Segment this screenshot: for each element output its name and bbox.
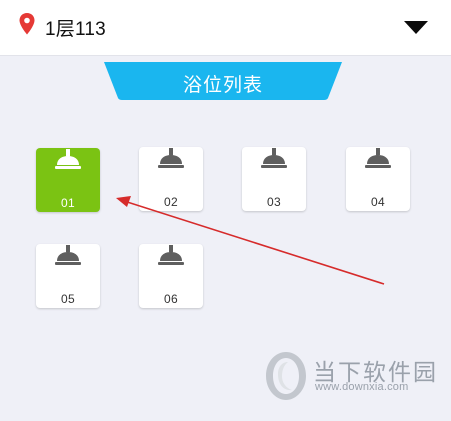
stall-number: 05 [61, 292, 75, 306]
shower-head-icon [55, 149, 81, 169]
stall-06[interactable]: 06 [139, 244, 203, 308]
location-dropdown-button[interactable] [398, 12, 434, 42]
caret-down-icon [404, 21, 428, 34]
stall-03[interactable]: 03 [242, 147, 306, 211]
shower-head-icon [55, 245, 81, 265]
stall-number: 01 [61, 196, 75, 210]
shower-head-icon [261, 148, 287, 168]
section-banner: 浴位列表 [104, 62, 342, 100]
stall-02[interactable]: 02 [139, 147, 203, 211]
stall-number: 06 [164, 292, 178, 306]
shower-head-icon [365, 148, 391, 168]
location-name: 1层113 [45, 19, 106, 40]
stall-number: 04 [371, 195, 385, 209]
shower-head-icon [158, 148, 184, 168]
watermark: 当下软件园 www.downxia.com [262, 350, 442, 402]
stall-04[interactable]: 04 [346, 147, 410, 211]
downxia-logo-icon [266, 352, 306, 400]
watermark-url: www.downxia.com [315, 381, 409, 393]
stall-number: 02 [164, 195, 178, 209]
stall-number: 03 [267, 195, 281, 209]
shower-head-icon [158, 245, 184, 265]
stall-01[interactable]: 01 [36, 148, 100, 212]
stall-05[interactable]: 05 [36, 244, 100, 308]
section-title: 浴位列表 [182, 75, 263, 96]
map-pin-icon [19, 13, 35, 35]
location-bar[interactable]: 1层113 [0, 0, 451, 56]
